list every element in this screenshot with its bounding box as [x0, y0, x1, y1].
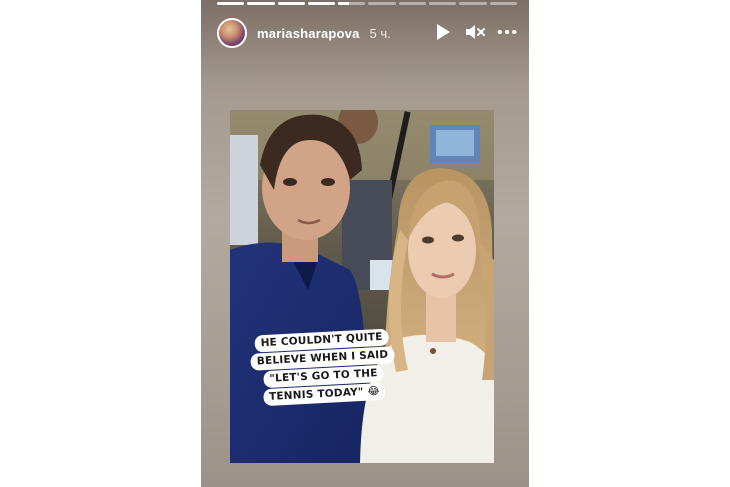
selfie-image [230, 110, 494, 463]
more-options-button[interactable] [497, 20, 517, 44]
progress-segment [368, 2, 396, 5]
progress-segment-fill [338, 2, 350, 5]
story-viewer[interactable]: mariasharapova 5 ч. HE COULDN'T QUITE BE… [201, 0, 529, 487]
progress-segment-fill [277, 2, 305, 5]
progress-segment [459, 2, 487, 5]
progress-segment [398, 2, 427, 5]
progress-segment [489, 2, 517, 5]
progress-segment [338, 2, 366, 5]
story-controls [433, 20, 517, 44]
story-caption-sticker: HE COULDN'T QUITE BELIEVE WHEN I SAID "L… [247, 326, 399, 407]
mute-button[interactable] [465, 20, 485, 44]
avatar[interactable] [217, 18, 247, 48]
more-dots-icon [497, 29, 517, 35]
post-time: 5 ч. [369, 25, 391, 41]
story-header: mariasharapova 5 ч. [217, 16, 517, 50]
page: mariasharapova 5 ч. HE COULDN'T QUITE BE… [0, 0, 730, 487]
story-progress-bar [217, 2, 517, 5]
play-icon [437, 24, 450, 40]
progress-segment-fill [307, 2, 336, 5]
username[interactable]: mariasharapova [257, 26, 360, 41]
progress-segment [277, 2, 305, 5]
story-photo [230, 110, 494, 463]
progress-segment [217, 2, 245, 5]
progress-segment [307, 2, 336, 5]
progress-segment-fill [217, 2, 245, 5]
play-button[interactable] [433, 20, 453, 44]
progress-segment-fill [247, 2, 275, 5]
progress-segment [429, 2, 457, 5]
progress-segment [247, 2, 275, 5]
speaker-muted-icon [466, 25, 485, 39]
